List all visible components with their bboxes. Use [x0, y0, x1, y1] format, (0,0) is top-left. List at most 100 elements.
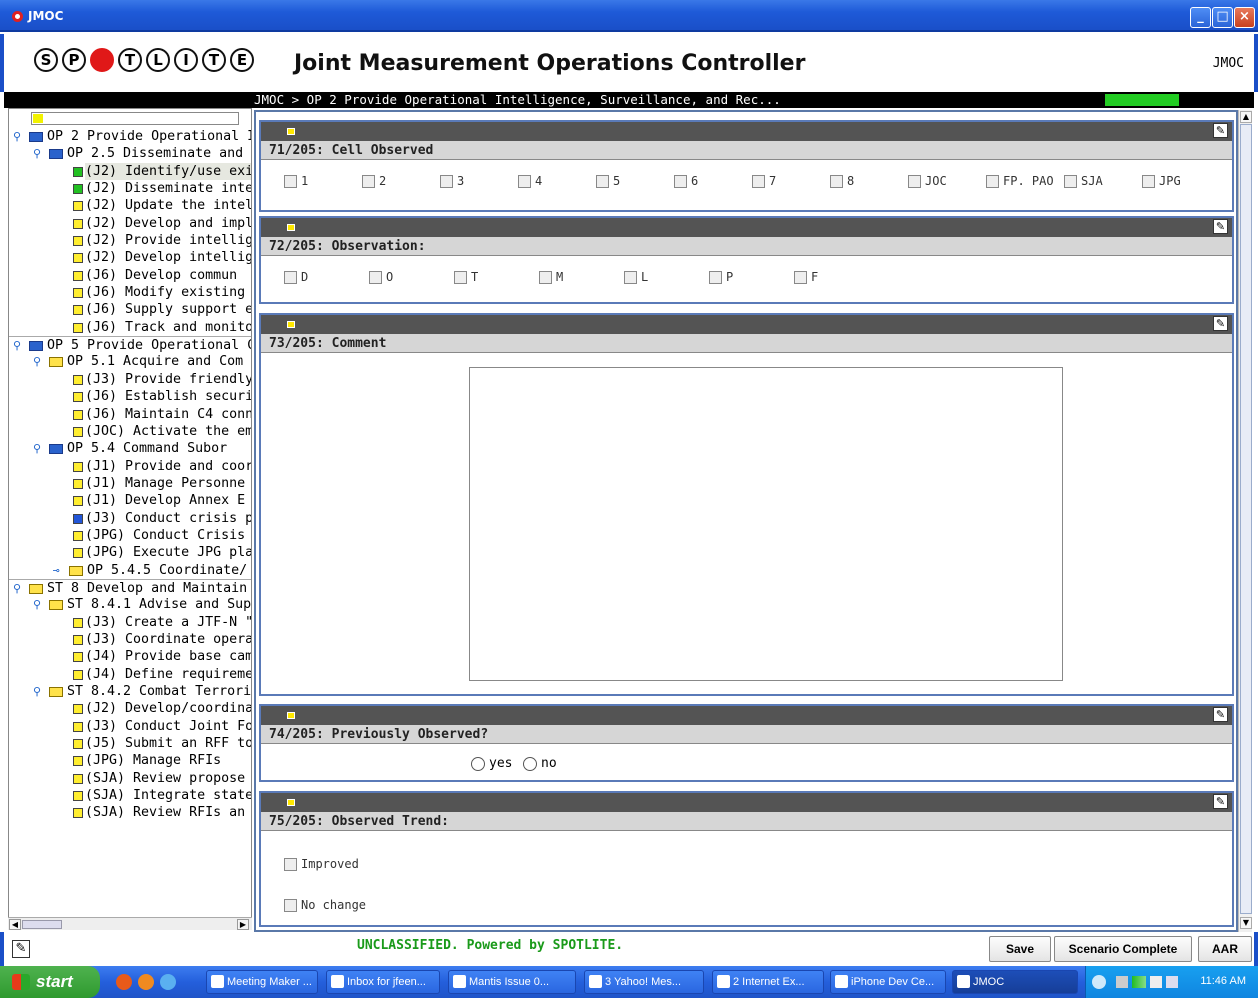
start-button[interactable]: start [0, 966, 100, 998]
checkbox-option[interactable]: 7 [752, 174, 776, 188]
checkbox-icon[interactable] [454, 270, 467, 284]
tree-item[interactable]: (J2) Provide intelligen [9, 232, 251, 249]
checkbox-icon[interactable] [284, 898, 297, 912]
edit-pencil-icon[interactable]: ✎ [12, 940, 30, 958]
scroll-thumb[interactable] [22, 920, 62, 929]
checkbox-option[interactable]: T [454, 270, 478, 284]
checkbox-option[interactable]: L [624, 270, 648, 284]
edit-pencil-icon[interactable]: ✎ [1213, 123, 1228, 138]
ie-icon[interactable] [160, 974, 176, 990]
tray-expand-icon[interactable] [1092, 975, 1106, 989]
comment-textarea[interactable] [469, 367, 1063, 681]
tree-item[interactable]: (J3) Create a JTF-N "f [9, 614, 251, 631]
quicklaunch-icon[interactable] [116, 974, 132, 990]
checkbox-icon[interactable] [440, 174, 453, 188]
checkbox-icon[interactable] [284, 270, 297, 284]
checkbox-option[interactable]: JOC [908, 174, 947, 188]
tree-item[interactable]: (SJA) Review propose [9, 770, 251, 787]
firefox-icon[interactable] [138, 974, 154, 990]
radio-circle-icon[interactable] [471, 756, 485, 771]
tree-item[interactable]: ⚲ OP 5 Provide Operational C [9, 336, 251, 354]
tree-item[interactable]: (J3) Provide friendly f [9, 371, 251, 388]
window-title-bar[interactable]: JMOC _ □ × [0, 0, 1258, 32]
checkbox-icon[interactable] [709, 270, 722, 284]
tree-item[interactable]: (J1) Provide and coor [9, 458, 251, 475]
checkbox-icon[interactable] [908, 174, 921, 188]
checkbox-option[interactable]: 2 [362, 174, 386, 188]
tree-horizontal-scrollbar[interactable]: ◀ ▶ [8, 917, 252, 930]
checkbox-icon[interactable] [1142, 174, 1155, 188]
checkbox-icon[interactable] [752, 174, 765, 188]
edit-pencil-icon[interactable]: ✎ [1213, 707, 1228, 722]
checkbox-option[interactable]: 4 [518, 174, 542, 188]
tree-expanded-icon[interactable]: ⚲ [13, 337, 21, 354]
checkbox-option[interactable]: 1 [284, 174, 308, 188]
tree-expanded-icon[interactable]: ⚲ [13, 128, 21, 145]
checkbox-option[interactable]: D [284, 270, 308, 284]
network-icon[interactable] [1116, 976, 1128, 988]
tree-filter-input[interactable] [31, 112, 239, 125]
tree-item[interactable]: (J6) Maintain C4 conn [9, 406, 251, 423]
checkbox-option[interactable]: Improved [284, 857, 359, 871]
checkbox-icon[interactable] [518, 174, 531, 188]
tree-item[interactable]: (J2) Develop intelliger [9, 249, 251, 266]
checkbox-icon[interactable] [362, 174, 375, 188]
tree-item[interactable]: (J6) Develop commun [9, 267, 251, 284]
task-tree[interactable]: ⚲ OP 2 Provide Operational I ⚲ OP 2.5 Disse… [8, 108, 252, 930]
checkbox-option[interactable]: F [794, 270, 818, 284]
tree-item[interactable]: ⚲ OP 2.5 Disseminate and [9, 145, 251, 162]
content-vertical-scrollbar[interactable]: ▲ ▼ [1238, 110, 1252, 932]
checkbox-icon[interactable] [596, 174, 609, 188]
tree-collapsed-icon[interactable]: ⊸ [53, 562, 60, 579]
tree-item[interactable]: (J3) Coordinate opera [9, 631, 251, 648]
volume-icon[interactable] [1150, 976, 1162, 988]
tree-item[interactable]: (SJA) Integrate state [9, 787, 251, 804]
checkbox-option[interactable]: SJA [1064, 174, 1103, 188]
taskbar-button[interactable]: 3 Yahoo! Mes... [584, 970, 704, 994]
checkbox-option[interactable]: 5 [596, 174, 620, 188]
tree-item[interactable]: ⊸ OP 5.4.5 Coordinate/ [9, 562, 251, 579]
tree-item[interactable]: ⚲ OP 5.1 Acquire and Com [9, 353, 251, 370]
radio-circle-icon[interactable] [523, 756, 537, 771]
checkbox-icon[interactable] [674, 174, 687, 188]
tree-item[interactable]: (J2) Identify/use exis [9, 162, 251, 180]
taskbar-button[interactable]: iPhone Dev Ce... [830, 970, 946, 994]
tree-item[interactable]: (JPG) Manage RFIs [9, 752, 251, 769]
tree-item[interactable]: (JOC) Activate the em [9, 423, 251, 440]
tree-expanded-icon[interactable]: ⚲ [33, 440, 41, 457]
checkbox-icon[interactable] [830, 174, 843, 188]
checkbox-option[interactable]: O [369, 270, 393, 284]
scroll-left-arrow-icon[interactable]: ◀ [9, 919, 21, 930]
scroll-right-arrow-icon[interactable]: ▶ [237, 919, 249, 930]
scroll-up-arrow-icon[interactable]: ▲ [1240, 111, 1252, 123]
radio-no[interactable]: no [523, 756, 557, 771]
tree-expanded-icon[interactable]: ⚲ [33, 145, 41, 162]
tree-item[interactable]: (J6) Establish security [9, 388, 251, 405]
checkbox-option[interactable]: JPG [1142, 174, 1181, 188]
tree-item[interactable]: (JPG) Execute JPG pla [9, 544, 251, 561]
tree-expanded-icon[interactable]: ⚲ [33, 353, 41, 370]
checkbox-option[interactable]: 3 [440, 174, 464, 188]
checkbox-icon[interactable] [794, 270, 807, 284]
tree-item[interactable]: ⚲ ST 8 Develop and Maintain [9, 578, 251, 596]
minimize-button[interactable]: _ [1190, 7, 1211, 28]
checkbox-icon[interactable] [986, 174, 999, 188]
edit-pencil-icon[interactable]: ✎ [1213, 316, 1228, 331]
checkbox-icon[interactable] [284, 174, 297, 188]
checkbox-option[interactable]: P [709, 270, 733, 284]
tree-item[interactable]: (J1) Manage Personne [9, 475, 251, 492]
tree-item[interactable]: (J2) Develop and impl [9, 215, 251, 232]
tree-item[interactable]: (JPG) Conduct Crisis A [9, 527, 251, 544]
save-button[interactable]: Save [989, 936, 1051, 962]
signal-icon[interactable] [1132, 976, 1146, 988]
edit-pencil-icon[interactable]: ✎ [1213, 794, 1228, 809]
tree-expanded-icon[interactable]: ⚲ [33, 683, 41, 700]
tree-item[interactable]: (J6) Track and monito [9, 319, 251, 336]
checkbox-icon[interactable] [1064, 174, 1077, 188]
scenario-complete-button[interactable]: Scenario Complete [1054, 936, 1192, 962]
tree-item[interactable]: (J3) Conduct crisis pla [9, 510, 251, 527]
tree-item[interactable]: (J2) Update the intelli [9, 197, 251, 214]
maximize-button[interactable]: □ [1212, 7, 1233, 28]
taskbar-button[interactable]: JMOC [952, 970, 1078, 994]
tree-item[interactable]: ⚲ OP 2 Provide Operational I [9, 128, 251, 145]
